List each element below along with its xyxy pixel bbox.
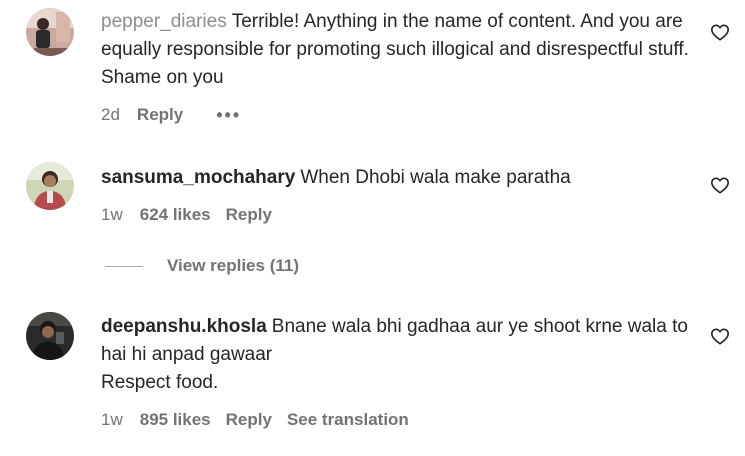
- reply-button[interactable]: Reply: [137, 105, 183, 125]
- comment-meta: 2d Reply •••: [101, 104, 256, 126]
- comment-text: When Dhobi wala make paratha: [300, 167, 571, 188]
- comment-text-block: sansuma_mochahary When Dhobi wala make pa…: [101, 164, 691, 192]
- view-replies-line: [105, 265, 143, 267]
- reply-button[interactable]: Reply: [226, 205, 272, 225]
- comment-text-line2: Respect food.: [101, 372, 219, 393]
- likes-count[interactable]: 624 likes: [140, 205, 211, 225]
- comment-time: 1w: [101, 205, 123, 224]
- comment-time: 1w: [101, 410, 123, 429]
- comment-username[interactable]: sansuma_mochahary: [101, 167, 295, 188]
- more-options-icon[interactable]: •••: [216, 106, 241, 124]
- comment-username[interactable]: pepper_diaries: [101, 11, 227, 32]
- comment-time: 2d: [101, 105, 120, 124]
- avatar[interactable]: [26, 162, 74, 210]
- comment-meta: 1w 624 likes Reply: [101, 204, 287, 226]
- heart-icon[interactable]: [710, 176, 730, 194]
- see-translation-button[interactable]: See translation: [287, 410, 409, 430]
- avatar[interactable]: [26, 8, 74, 56]
- avatar[interactable]: [26, 312, 74, 360]
- heart-icon[interactable]: [710, 327, 730, 345]
- comment-text-block: deepanshu.khosla Bnane wala bhi gadhaa au…: [101, 313, 691, 397]
- view-replies-button[interactable]: View replies (11): [105, 256, 299, 276]
- reply-button[interactable]: Reply: [226, 410, 272, 430]
- view-replies-label[interactable]: View replies (11): [167, 256, 299, 276]
- heart-icon[interactable]: [710, 23, 730, 41]
- comment-username[interactable]: deepanshu.khosla: [101, 316, 267, 337]
- comment-meta: 1w 895 likes Reply See translation: [101, 409, 424, 431]
- comment-text-block: pepper_diaries Terrible! Anything in the …: [101, 8, 691, 92]
- likes-count[interactable]: 895 likes: [140, 410, 211, 430]
